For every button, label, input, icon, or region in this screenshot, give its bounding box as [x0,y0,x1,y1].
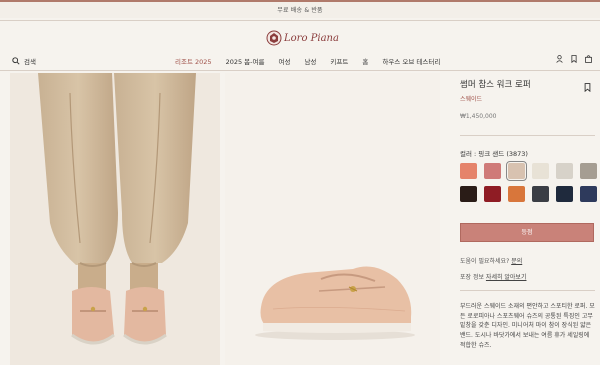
color-swatch[interactable] [484,163,501,179]
nav-item-house-of[interactable]: 하우스 오브 테스터리 [382,56,440,66]
promo-text: 무료 배송 & 반품 [277,7,323,14]
product-photo-worn[interactable] [10,73,220,365]
nav-divider [0,70,600,71]
person-icon[interactable] [556,55,563,63]
color-swatches [460,161,597,202]
nav-item-home[interactable]: 홈 [362,56,368,66]
search-button[interactable]: 검색 [12,54,36,68]
color-swatch[interactable] [580,186,597,202]
color-swatch[interactable] [580,163,597,179]
bookmark-icon[interactable] [571,55,577,63]
desc-divider [460,290,595,291]
search-label: 검색 [24,58,36,66]
loafer-illustration [225,73,440,365]
product-description: 부드러운 스웨이드 소재의 편안하고 스포티한 로퍼. 모든 로로피아나 스포츠… [460,303,595,349]
crest-icon [266,30,282,46]
main-nav: 검색 리조트 2025 2025 봄-여름 여성 남성 키프트 홈 하우스 오브… [0,54,600,68]
brand-logo[interactable]: Loro Piana [260,28,350,50]
promo-bar: 무료 배송 & 반품 [0,0,600,18]
panel-divider [460,135,595,136]
brand-name: Loro Piana [284,33,339,44]
color-swatch[interactable] [484,186,501,202]
bookmark-product-icon[interactable] [584,83,591,92]
help-line: 도움이 필요하세요? 문의 [460,256,522,265]
nav-actions [556,55,592,63]
search-icon [12,57,20,65]
model-legs-illustration [10,73,220,365]
top-divider [0,20,600,21]
color-swatch[interactable] [556,186,573,202]
product-name: 썸머 참스 워크 로퍼 [460,80,531,90]
help-text: 도움이 필요하세요? [460,258,510,265]
packaging-line: 포장 정보 자세히 알아보기 [460,272,526,281]
color-swatch[interactable] [532,163,549,179]
contact-link[interactable]: 문의 [511,258,522,265]
buy-button[interactable]: 등점 [460,223,594,242]
color-swatch[interactable] [460,186,477,202]
product-photo-shoe[interactable] [225,73,440,365]
product-price: ₩1,450,000 [460,113,497,120]
color-swatch[interactable] [460,163,477,179]
nav-item-men[interactable]: 남성 [304,56,316,66]
nav-item-spring-summer[interactable]: 2025 봄-여름 [226,56,265,66]
shopping-bag-icon[interactable] [585,55,592,63]
packaging-link[interactable]: 자세히 알아보기 [486,274,527,281]
color-swatch[interactable] [508,186,525,202]
color-label: 컬러 : 핑크 샌드 (3873) [460,150,528,158]
color-swatch-selected[interactable] [506,161,527,181]
color-swatch[interactable] [532,186,549,202]
nav-item-women[interactable]: 여성 [278,56,290,66]
product-material: 스웨이드 [460,96,483,103]
nav-item-gift[interactable]: 키프트 [330,56,348,66]
product-info: 썸머 참스 워크 로퍼 스웨이드 ₩1,450,000 [460,78,595,120]
color-swatch[interactable] [556,163,573,179]
packaging-text: 포장 정보 [460,274,484,281]
nav-item-resort[interactable]: 리조트 2025 [175,56,212,66]
nav-menu: 리조트 2025 2025 봄-여름 여성 남성 키프트 홈 하우스 오브 테스… [175,56,440,66]
